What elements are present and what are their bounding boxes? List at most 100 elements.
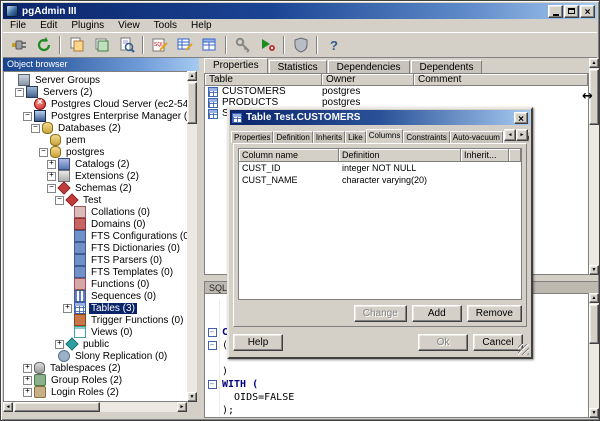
scrollbar-down-arrow[interactable] xyxy=(589,408,599,418)
menu-plugins[interactable]: Plugins xyxy=(64,20,111,31)
toolbar-sql-button[interactable]: SQL xyxy=(147,34,172,56)
tab-scroll-right[interactable] xyxy=(516,129,528,141)
tree-item-postgres-enterprise-manager[interactable]: Postgres Enterprise Manager (localhost:5… xyxy=(4,110,187,122)
vertical-splitter[interactable] xyxy=(197,58,204,418)
fold-collapse-icon[interactable] xyxy=(207,341,217,350)
tree-item-tablespaces[interactable]: Tablespaces (2) xyxy=(4,362,187,374)
expand-toggle[interactable] xyxy=(55,339,64,349)
tree-item-test[interactable]: Test xyxy=(4,193,187,207)
menu-tools[interactable]: Tools xyxy=(147,20,184,31)
menu-file[interactable]: File xyxy=(3,20,33,31)
fold-collapse-icon[interactable] xyxy=(207,328,217,337)
tree-item-slony-replication[interactable]: Slony Replication (0) xyxy=(4,350,187,362)
dialog-tab-inherits[interactable]: Inherits xyxy=(312,131,346,143)
toolbar-view-data-button[interactable] xyxy=(197,34,222,56)
toolbar-doc-magnifier-button[interactable] xyxy=(114,34,139,56)
tree-item-schemas[interactable]: Schemas (2) xyxy=(4,181,187,195)
dialog-tab-columns[interactable]: Columns xyxy=(365,129,404,143)
tab-properties[interactable]: Properties xyxy=(204,58,268,73)
scrollbar-up-arrow[interactable] xyxy=(187,71,197,81)
remove-button[interactable]: Remove xyxy=(466,305,522,322)
tree-item-fts-templates[interactable]: FTS Templates (0) xyxy=(4,266,187,278)
tree-item-domains[interactable]: Domains (0) xyxy=(4,218,187,230)
column-header-owner[interactable]: Owner xyxy=(322,74,414,86)
tree-item-sequences[interactable]: Sequences (0) xyxy=(4,290,187,302)
tree-item-fts-configurations[interactable]: FTS Configurations (0) xyxy=(4,230,187,242)
expand-toggle[interactable] xyxy=(63,303,72,313)
toolbar-help-button[interactable]: ? xyxy=(321,34,346,56)
maximize-button[interactable] xyxy=(564,4,579,18)
toolbar-copy-windows-button[interactable] xyxy=(64,34,89,56)
dialog-tab-constraints[interactable]: Constraints xyxy=(403,131,450,143)
scrollbar-thumb[interactable] xyxy=(589,304,599,344)
tree-item-functions[interactable]: Functions (0) xyxy=(4,278,187,290)
table-row-customers[interactable]: CUSTOMERS postgres xyxy=(205,86,588,97)
collapse-toggle[interactable] xyxy=(55,195,64,205)
tab-dependents[interactable]: Dependents xyxy=(410,60,483,73)
menu-edit[interactable]: Edit xyxy=(33,20,64,31)
cancel-button[interactable]: Cancel xyxy=(473,333,523,351)
column-header-name[interactable]: Column name xyxy=(239,149,339,162)
fold-collapse-icon[interactable] xyxy=(207,380,217,389)
tree-item-login-roles[interactable]: Login Roles (2) xyxy=(4,386,187,398)
collapse-toggle[interactable] xyxy=(31,123,40,133)
dialog-tab-properties[interactable]: Properties xyxy=(231,131,274,143)
tree-item-servers[interactable]: Servers (2) xyxy=(4,86,187,98)
expand-toggle[interactable] xyxy=(23,387,32,397)
add-button[interactable]: Add xyxy=(411,305,462,322)
tree-item-pem[interactable]: pem xyxy=(4,134,187,146)
resize-grip[interactable] xyxy=(518,344,529,355)
expand-toggle[interactable] xyxy=(23,363,32,373)
toolbar-windows-button[interactable] xyxy=(89,34,114,56)
scrollbar-down-arrow[interactable] xyxy=(589,265,599,275)
sql-vertical-scrollbar[interactable] xyxy=(589,293,599,418)
collapse-toggle[interactable] xyxy=(15,87,24,97)
scrollbar-up-arrow[interactable] xyxy=(589,293,599,303)
column-header-definition[interactable]: Definition xyxy=(339,149,461,162)
expand-toggle[interactable] xyxy=(23,375,32,385)
column-header-comment[interactable]: Comment xyxy=(414,74,588,86)
window-titlebar[interactable]: pgAdmin III xyxy=(3,3,597,19)
help-button[interactable]: Help xyxy=(233,333,283,351)
expand-toggle[interactable] xyxy=(47,171,56,181)
scrollbar-thumb[interactable] xyxy=(187,82,197,124)
toolbar-edit-grid-button[interactable] xyxy=(172,34,197,56)
change-button[interactable]: Change xyxy=(353,305,407,322)
tree-item-views[interactable]: Views (0) xyxy=(4,326,187,338)
scrollbar-left-arrow[interactable] xyxy=(3,402,13,412)
tab-scroll-left[interactable] xyxy=(504,129,516,141)
grid-row-cust-id[interactable]: CUST_ID integer NOT NULL xyxy=(239,162,521,174)
tree-item-fts-dictionaries[interactable]: FTS Dictionaries (0) xyxy=(4,242,187,254)
expand-toggle[interactable] xyxy=(47,159,56,169)
scrollbar-down-arrow[interactable] xyxy=(187,392,197,402)
tree-item-catalogs[interactable]: Catalogs (2) xyxy=(4,158,187,170)
tab-dependencies[interactable]: Dependencies xyxy=(327,60,410,73)
collapse-toggle[interactable] xyxy=(39,147,48,157)
tree-item-collations[interactable]: Collations (0) xyxy=(4,206,187,218)
collapse-toggle[interactable] xyxy=(23,111,32,121)
toolbar-key-button[interactable] xyxy=(230,34,255,56)
tree-item-postgres[interactable]: postgres xyxy=(4,146,187,158)
column-header-inherited[interactable]: Inherit... xyxy=(461,149,509,162)
dialog-tab-definition[interactable]: Definition xyxy=(273,131,313,143)
close-button[interactable] xyxy=(580,4,595,18)
dialog-titlebar[interactable]: Table Test.CUSTOMERS xyxy=(230,110,530,125)
toolbar-shield-button[interactable] xyxy=(288,34,313,56)
tree-item-extensions[interactable]: Extensions (2) xyxy=(4,170,187,182)
minimize-button[interactable] xyxy=(548,4,563,18)
tree-item-group-roles[interactable]: Group Roles (2) xyxy=(4,374,187,386)
scrollbar-right-arrow[interactable] xyxy=(177,402,187,412)
menu-view[interactable]: View xyxy=(111,20,147,31)
tree-horizontal-scrollbar[interactable] xyxy=(3,402,187,412)
tree-vertical-scrollbar[interactable] xyxy=(187,71,197,402)
toolbar-refresh-button[interactable] xyxy=(31,34,56,56)
tree-item-server-groups[interactable]: Server Groups xyxy=(4,74,187,86)
tree-item-public[interactable]: public xyxy=(4,337,187,351)
dialog-close-button[interactable] xyxy=(514,111,528,124)
column-header-table[interactable]: Table xyxy=(205,74,322,86)
toolbar-execute-button[interactable] xyxy=(255,34,280,56)
tree-item-databases[interactable]: Databases (2) xyxy=(4,122,187,134)
tree-item-trigger-functions[interactable]: Trigger Functions (0) xyxy=(4,314,187,326)
grid-row-cust-name[interactable]: CUST_NAME character varying(20) xyxy=(239,174,521,186)
tab-statistics[interactable]: Statistics xyxy=(268,60,327,73)
